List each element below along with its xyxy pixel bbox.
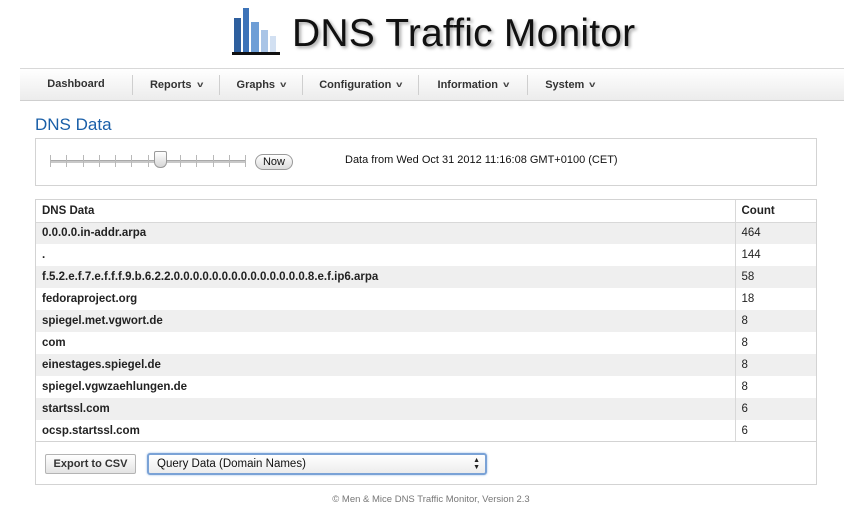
data-timestamp: Data from Wed Oct 31 2012 11:16:08 GMT+0… (345, 154, 618, 166)
dns-name-cell: startssl.com (36, 398, 736, 420)
table-row: ocsp.startssl.com 6 (36, 420, 816, 442)
slider-tick (99, 155, 100, 167)
export-csv-button[interactable]: Export to CSV (45, 454, 136, 474)
slider-tick (131, 155, 132, 167)
table-row: f.5.2.e.f.7.e.f.f.f.9.b.6.2.2.0.0.0.0.0.… (36, 266, 816, 288)
nav-graphs-label: Graphs (236, 79, 276, 91)
logo-icon (232, 8, 280, 55)
count-cell: 58 (735, 266, 816, 288)
slider-tick (66, 155, 67, 167)
count-cell: 144 (735, 244, 816, 266)
slider-tick (50, 155, 51, 167)
nav-reports[interactable]: Reports v (133, 69, 219, 100)
dns-name-cell: spiegel.vgwzaehlungen.de (36, 376, 736, 398)
now-button[interactable]: Now (255, 154, 293, 170)
dns-name-cell: ocsp.startssl.com (36, 420, 736, 442)
nav-information-label: Information (437, 79, 499, 91)
table-header-row: DNS Data Count (36, 200, 816, 223)
count-cell: 8 (735, 354, 816, 376)
dns-name-cell: . (36, 244, 736, 266)
table-row: spiegel.vgwzaehlungen.de 8 (36, 376, 816, 398)
chevron-down-icon: v (280, 80, 287, 89)
chevron-down-icon: v (589, 80, 596, 89)
time-slider[interactable] (50, 151, 246, 171)
main-nav: Dashboard Reports v Graphs v Configuration… (20, 68, 844, 101)
nav-reports-label: Reports (149, 79, 192, 91)
count-cell: 464 (735, 222, 816, 244)
table-row: . 144 (36, 244, 816, 266)
table-row: com 8 (36, 332, 816, 354)
query-type-select[interactable]: Query Data (Domain Names) ▲ ▼ (147, 453, 487, 475)
count-cell: 8 (735, 310, 816, 332)
select-arrows-icon: ▲ ▼ (473, 457, 480, 471)
count-cell: 8 (735, 332, 816, 354)
actions-panel: Export to CSV Query Data (Domain Names) … (35, 441, 817, 485)
dns-name-cell: fedoraproject.org (36, 288, 736, 310)
dns-name-cell: einestages.spiegel.de (36, 354, 736, 376)
footer-copyright: © Men & Mice DNS Traffic Monitor, Versio… (332, 494, 530, 505)
app-title: DNS Traffic Monitor (292, 12, 636, 55)
nav-configuration[interactable]: Configuration v (303, 69, 418, 100)
slider-tick (83, 155, 84, 167)
dns-name-cell: com (36, 332, 736, 354)
page-title: DNS Data (35, 115, 112, 134)
slider-tick (229, 155, 230, 167)
nav-dashboard[interactable]: Dashboard (20, 69, 132, 100)
count-cell: 18 (735, 288, 816, 310)
count-cell: 6 (735, 398, 816, 420)
dns-data-table: DNS Data Count 0.0.0.0.in-addr.arpa 464. 1… (35, 199, 817, 442)
nav-information[interactable]: Information v (419, 69, 527, 100)
chevron-down-icon: v (503, 80, 510, 89)
nav-configuration-label: Configuration (319, 79, 392, 91)
slider-tick (196, 155, 197, 167)
app-logo: DNS Traffic Monitor (232, 4, 642, 60)
count-cell: 8 (735, 376, 816, 398)
chevron-down-icon: v (196, 80, 203, 89)
column-header-dns-data[interactable]: DNS Data (36, 200, 736, 223)
slider-tick (180, 155, 181, 167)
nav-dashboard-label: Dashboard (47, 78, 105, 90)
nav-system-label: System (545, 79, 585, 91)
dns-name-cell: f.5.2.e.f.7.e.f.f.f.9.b.6.2.2.0.0.0.0.0.… (36, 266, 736, 288)
time-control-panel: Now Data from Wed Oct 31 2012 11:16:08 G… (35, 138, 817, 186)
slider-tick (115, 155, 116, 167)
slider-thumb[interactable] (154, 151, 167, 168)
column-header-count[interactable]: Count (735, 200, 816, 223)
nav-system[interactable]: System v (528, 69, 612, 100)
slider-tick (245, 155, 246, 167)
slider-tick (148, 155, 149, 167)
table-row: einestages.spiegel.de 8 (36, 354, 816, 376)
slider-tick (213, 155, 214, 167)
table-row: fedoraproject.org 18 (36, 288, 816, 310)
table-row: 0.0.0.0.in-addr.arpa 464 (36, 222, 816, 244)
chevron-down-icon: v (396, 80, 403, 89)
dns-name-cell: spiegel.met.vgwort.de (36, 310, 736, 332)
nav-graphs[interactable]: Graphs v (220, 69, 302, 100)
table-row: spiegel.met.vgwort.de 8 (36, 310, 816, 332)
dns-name-cell: 0.0.0.0.in-addr.arpa (36, 222, 736, 244)
query-type-value: Query Data (Domain Names) (157, 458, 306, 470)
table-row: startssl.com 6 (36, 398, 816, 420)
count-cell: 6 (735, 420, 816, 442)
